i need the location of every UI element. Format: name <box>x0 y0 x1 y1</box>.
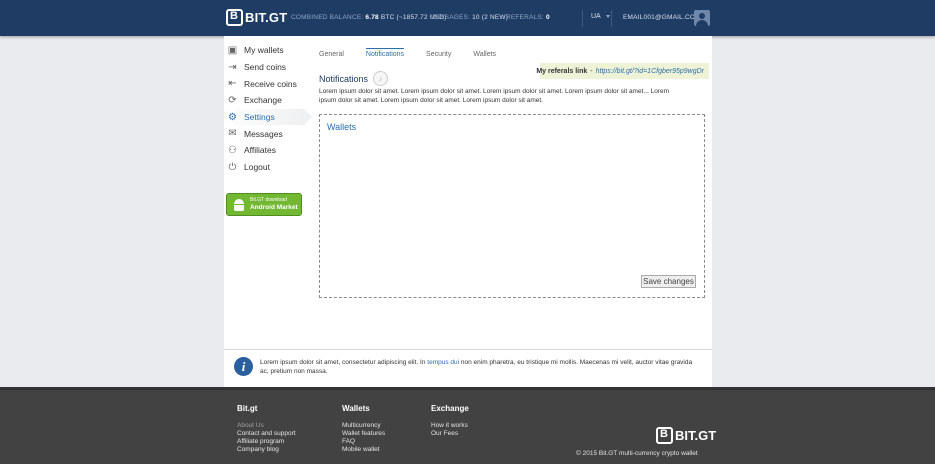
header-divider <box>611 10 612 27</box>
exchange-icon: ⟳ <box>228 94 237 106</box>
bell-icon: ♪ <box>373 71 389 86</box>
footer-link[interactable]: How it works <box>431 422 469 430</box>
balance-value: 6.78 <box>365 14 379 21</box>
sidebar-item-exchange[interactable]: ⟳ Exchange <box>224 92 304 109</box>
gear-icon: ⚙ <box>228 111 237 123</box>
combined-balance: COMBINED BALANCE: 6.78 BTC (~1857.72 USD… <box>291 14 447 21</box>
receive-icon: ⇤ <box>228 78 237 90</box>
affiliates-icon: ⚇ <box>228 144 237 156</box>
page-title: Notifications ♪ <box>319 71 389 86</box>
footer-col-exchange: Exchange How it works Our Fees <box>431 404 469 438</box>
page-description: Lorem ipsum dolor sit amet. Lorem ipsum … <box>319 88 670 104</box>
box-title: Wallets <box>327 122 357 132</box>
footer-link[interactable]: Multicurrency <box>342 422 385 430</box>
avatar[interactable] <box>694 10 710 26</box>
footer-logo[interactable]: BIT.GT <box>656 427 716 444</box>
sidebar: ▣ My wallets ⇥ Send coins ⇤ Receive coins ⟳… <box>224 42 312 216</box>
tab-general[interactable]: General <box>319 48 344 58</box>
sidebar-item-logout[interactable]: ⏻ Logout <box>224 159 304 176</box>
settings-tabs: General Notifications Security Wallets <box>319 48 518 58</box>
tab-wallets[interactable]: Wallets <box>473 48 496 58</box>
footer-link[interactable]: Our Fees <box>431 430 469 438</box>
referals-stat[interactable]: REFERALS: 0 <box>506 14 550 21</box>
logo-b-icon <box>656 427 673 444</box>
footer-link[interactable]: Contact and support <box>237 430 296 438</box>
info-text: Lorem ipsum dolor sit amet, consectetur … <box>260 359 693 375</box>
logo-text: BIT.GT <box>245 10 288 25</box>
send-icon: ⇥ <box>228 61 237 73</box>
header-divider <box>582 10 583 27</box>
tab-security[interactable]: Security <box>426 48 451 58</box>
top-header: BIT.GT COMBINED BALANCE: 6.78 BTC (~1857… <box>0 0 935 36</box>
footer-link[interactable]: Wallet features <box>342 430 385 438</box>
chevron-down-icon <box>605 14 610 18</box>
sidebar-item-receive-coins[interactable]: ⇤ Receive coins <box>224 75 304 92</box>
sidebar-item-settings[interactable]: ⚙ Settings <box>224 108 312 126</box>
android-icon <box>233 199 245 211</box>
android-market-button[interactable]: Bit.GT download Android Market <box>226 193 302 216</box>
info-icon: i <box>234 357 253 376</box>
message-icon: ✉ <box>228 128 237 140</box>
bitgt-logo[interactable]: BIT.GT <box>226 9 287 26</box>
wallets-notification-box: Wallets Save changes <box>319 114 705 298</box>
footer-link[interactable]: About Us <box>237 422 296 430</box>
info-link[interactable]: tempus dui <box>427 359 459 366</box>
sidebar-item-affiliates[interactable]: ⚇ Affiliates <box>224 142 304 159</box>
footer-link[interactable]: Mobile wallet <box>342 446 385 454</box>
tab-notifications[interactable]: Notifications <box>365 48 405 58</box>
user-email[interactable]: EMAIL001@GMAIL.COM <box>623 14 701 21</box>
messages-stat[interactable]: MESSAGES: 10 (2 NEW) <box>430 14 508 21</box>
sidebar-item-messages[interactable]: ✉ Messages <box>224 125 304 142</box>
referral-link-box: My referals link - https://bit.gt/?id=1C… <box>536 63 709 79</box>
logo-b-icon <box>226 9 243 26</box>
language-selector[interactable]: UA <box>591 13 610 20</box>
sidebar-item-send-coins[interactable]: ⇥ Send coins <box>224 59 304 76</box>
main-panel: ▣ My wallets ⇥ Send coins ⇤ Receive coins ⟳… <box>224 36 712 349</box>
save-changes-button[interactable]: Save changes <box>641 275 696 288</box>
sidebar-item-my-wallets[interactable]: ▣ My wallets <box>224 42 304 59</box>
footer-col-bitgt: Bit.gt About Us Contact and support Affi… <box>237 404 296 454</box>
copyright: © 2015 Bit.GT multi-currency crypto wall… <box>576 450 698 457</box>
footer-col-wallets: Wallets Multicurrency Wallet features FA… <box>342 404 386 454</box>
referral-link[interactable]: https://bit.gt/?id=1Cfgber95p9wgDr <box>596 68 704 75</box>
footer-link[interactable]: FAQ <box>342 438 385 446</box>
wallet-icon: ▣ <box>227 44 238 56</box>
footer-link[interactable]: Company blog <box>237 446 296 454</box>
footer: Bit.gt About Us Contact and support Affi… <box>0 387 935 464</box>
info-strip: i Lorem ipsum dolor sit amet, consectetu… <box>224 349 712 387</box>
power-icon: ⏻ <box>228 161 237 173</box>
footer-link[interactable]: Affiliate program <box>237 438 296 446</box>
